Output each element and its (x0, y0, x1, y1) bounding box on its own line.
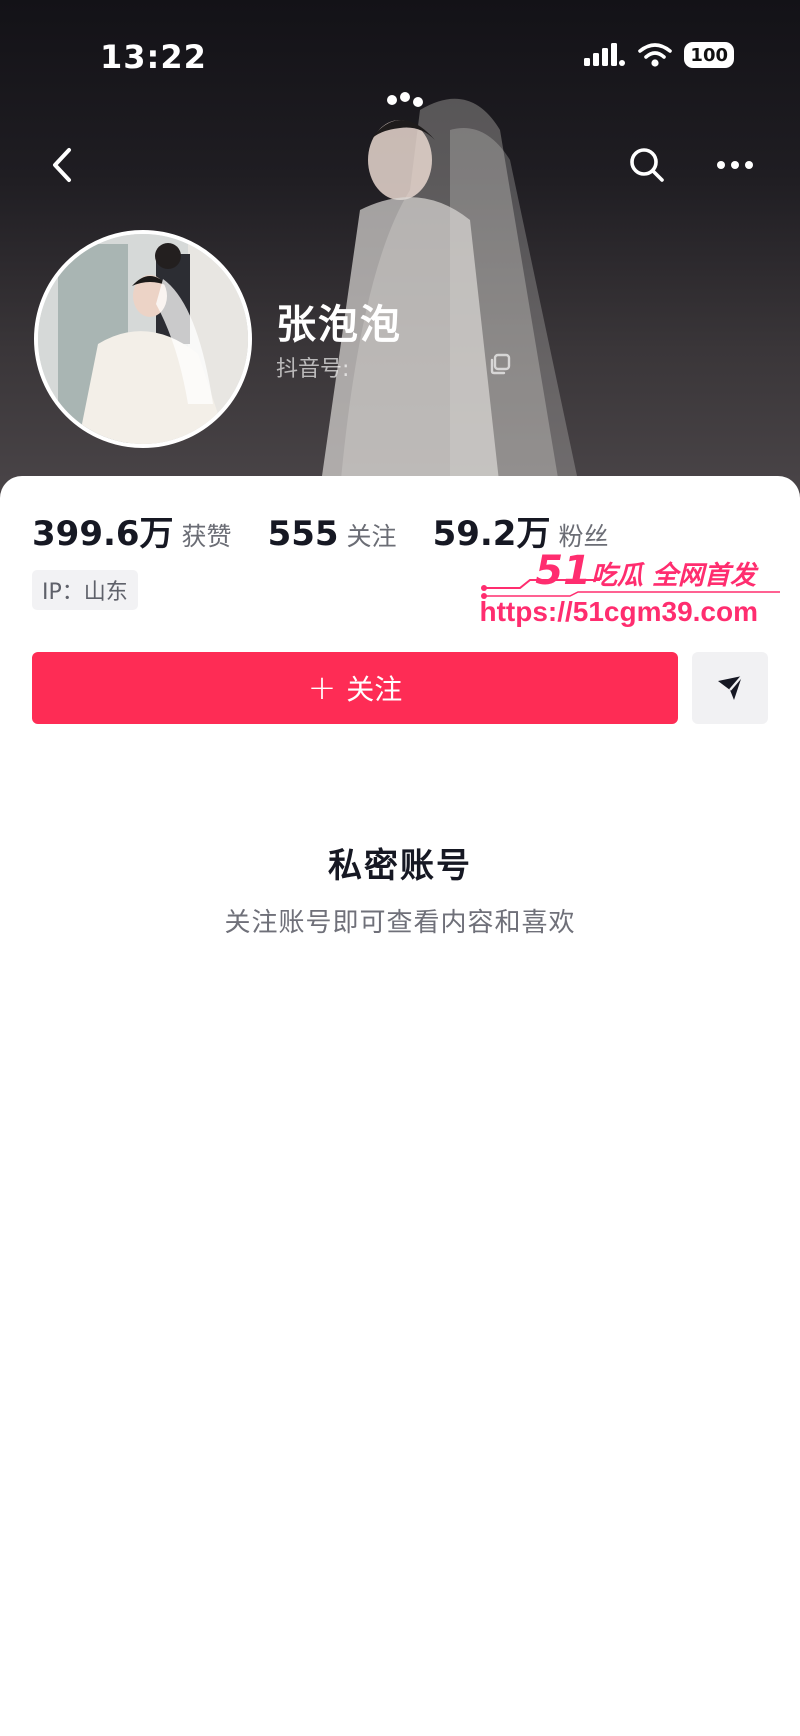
search-icon (630, 148, 664, 182)
stat-following-label: 关注 (346, 522, 397, 551)
status-time: 13:22 (100, 38, 207, 76)
watermark-number: 51 (535, 548, 591, 594)
signal-icon (584, 43, 626, 66)
back-icon (53, 148, 71, 182)
more-button[interactable] (710, 140, 760, 190)
private-account-description: 关注账号即可查看内容和喜欢 (224, 908, 576, 938)
stat-likes-label: 获赞 (181, 522, 232, 551)
send-icon (718, 675, 743, 700)
share-button[interactable] (692, 652, 768, 724)
avatar-photo (38, 234, 248, 444)
watermark-text: 吃瓜 全网首发 (590, 561, 756, 591)
wifi-icon (638, 43, 673, 67)
back-button[interactable] (38, 140, 88, 190)
profile-nickname: 张泡泡 (276, 302, 402, 348)
watermark-title: 51吃瓜 全网首发 (535, 548, 756, 594)
douyin-id-label: 抖音号: (276, 357, 350, 382)
avatar[interactable] (34, 230, 252, 448)
stat-likes-value: 399.6万 (32, 514, 174, 554)
private-account-title: 私密账号 (328, 846, 472, 886)
stat-likes[interactable]: 399.6万 获赞 (32, 506, 232, 555)
battery-icon: 100 (684, 42, 734, 68)
profile-header: 13:22 100 张泡泡 抖音号: (0, 0, 800, 500)
follow-button-label: 关注 (346, 673, 403, 706)
watermark: 51吃瓜 全网首发 https://51cgm39.com (479, 548, 780, 638)
ip-location-tag: IP：山东 (32, 570, 138, 610)
plus-icon: + (307, 668, 337, 708)
profile-card: 399.6万 获赞 555 关注 59.2万 粉丝 IP：山东 + 关注 私密账… (0, 476, 800, 1736)
stat-following[interactable]: 555 关注 (268, 514, 397, 554)
copy-icon[interactable] (488, 352, 512, 376)
stat-following-value: 555 (267, 514, 339, 554)
more-icon (717, 161, 753, 169)
status-icons: 100 (584, 42, 734, 68)
follow-button[interactable]: + 关注 (32, 652, 678, 724)
header-background-photo (320, 92, 580, 490)
search-button[interactable] (622, 140, 672, 190)
watermark-url: https://51cgm39.com (479, 596, 758, 627)
